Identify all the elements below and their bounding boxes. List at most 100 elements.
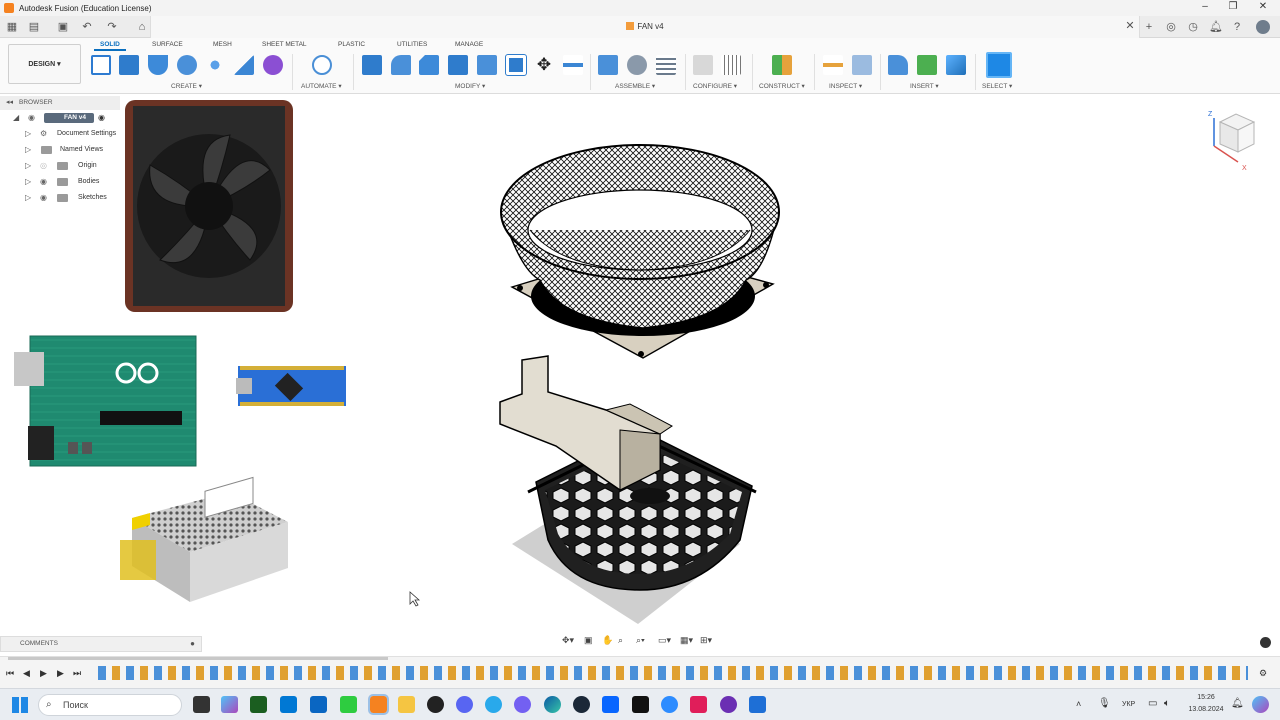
display-settings-icon[interactable]: ▭▾ <box>658 635 671 646</box>
zoom-icon[interactable]: ⌕ <box>618 635 623 646</box>
group-insert-label[interactable]: INSERT ▾ <box>910 82 939 90</box>
sync-icon[interactable]: ◎ <box>1164 20 1178 34</box>
go-to-start-icon[interactable]: ⏮ <box>6 668 14 679</box>
extrude-icon[interactable] <box>119 55 139 75</box>
select-icon[interactable] <box>986 52 1012 78</box>
notification-bell-icon[interactable]: 🔔︎ <box>1231 698 1244 709</box>
measure-icon[interactable] <box>823 55 843 75</box>
epic-games-icon[interactable] <box>632 696 649 713</box>
redo-icon[interactable]: ↷ <box>105 20 119 34</box>
task-view-icon[interactable] <box>193 696 210 713</box>
joint-icon[interactable] <box>627 55 647 75</box>
interference-icon[interactable] <box>852 55 872 75</box>
app-grid-icon[interactable]: ▦ <box>5 20 19 34</box>
comments-panel[interactable]: COMMENTS ● <box>0 636 202 652</box>
power-supply-image[interactable] <box>120 476 288 602</box>
group-configure-label[interactable]: CONFIGURE ▾ <box>693 82 737 90</box>
orbit-icon[interactable]: ✥▾ <box>562 635 574 646</box>
outlook-icon[interactable] <box>280 696 297 713</box>
group-inspect-label[interactable]: INSPECT ▾ <box>829 82 862 90</box>
close-window-icon[interactable]: ✕ <box>1248 1 1278 12</box>
language-indicator[interactable]: УКР <box>1122 701 1135 708</box>
form-icon[interactable] <box>263 55 283 75</box>
press-pull-icon[interactable] <box>362 55 382 75</box>
copilot-icon[interactable] <box>221 696 238 713</box>
design-canvas[interactable] <box>0 94 1280 634</box>
zoom-app-icon[interactable] <box>661 696 678 713</box>
arduino-uno-image[interactable] <box>14 335 197 467</box>
app-icon[interactable] <box>427 696 444 713</box>
edge-icon[interactable] <box>544 696 561 713</box>
automate-icon[interactable] <box>312 55 332 75</box>
offset-plane-icon[interactable] <box>772 55 792 75</box>
fan-shroud-model[interactable] <box>500 144 780 359</box>
group-create-label[interactable]: CREATE ▾ <box>171 82 202 90</box>
step-back-icon[interactable]: ◀ <box>23 668 30 679</box>
viewports-icon[interactable]: ⊞▾ <box>700 635 712 646</box>
sweep-icon[interactable] <box>177 55 197 75</box>
volume-icon[interactable]: 🔈︎ <box>1164 698 1170 709</box>
play-icon[interactable]: ▶ <box>40 668 47 679</box>
avatar[interactable] <box>1256 20 1270 34</box>
microphone-icon[interactable]: 🎙︎ <box>1098 698 1111 709</box>
insert-derive-icon[interactable] <box>888 55 908 75</box>
clock-time[interactable]: 15:26 <box>1185 694 1227 701</box>
viber-icon[interactable] <box>514 696 531 713</box>
meta-icon[interactable] <box>602 696 619 713</box>
look-at-icon[interactable]: ▣ <box>584 635 593 646</box>
arduino-nano-image[interactable] <box>236 366 346 406</box>
go-to-end-icon[interactable]: ⏭ <box>73 668 81 679</box>
telegram-icon[interactable] <box>485 696 502 713</box>
steam-icon[interactable] <box>573 696 590 713</box>
tab-surface[interactable]: SURFACE <box>152 41 183 48</box>
pattern-icon[interactable] <box>205 55 225 75</box>
word-icon[interactable] <box>310 696 327 713</box>
insert-mcmaster-icon[interactable] <box>917 55 937 75</box>
tab-sheet-metal[interactable]: SHEET METAL <box>262 41 307 48</box>
fillet-icon[interactable] <box>391 55 411 75</box>
add-comment-icon[interactable]: ● <box>190 637 195 651</box>
minimize-icon[interactable]: – <box>1190 1 1220 12</box>
undo-icon[interactable]: ↶ <box>80 20 94 34</box>
view-cube[interactable]: Z X <box>1206 106 1266 172</box>
windows-start-icon[interactable] <box>12 697 28 713</box>
timeline-scrollbar[interactable] <box>8 657 388 660</box>
workspace-switcher-button[interactable]: DESIGN ▾ <box>8 44 81 84</box>
help-icon[interactable]: ? <box>1230 20 1244 34</box>
fan-reference-image[interactable] <box>125 100 293 312</box>
save-icon[interactable]: ▣ <box>56 20 70 34</box>
app-icon[interactable] <box>340 696 357 713</box>
new-component-icon[interactable] <box>598 55 618 75</box>
document-tab[interactable]: FAN v4 ✕ <box>150 16 1140 38</box>
network-icon[interactable]: ▭ <box>1148 698 1157 709</box>
close-tab-icon[interactable]: ✕ <box>1123 19 1137 33</box>
clock-date[interactable]: 13.08.2024 <box>1185 706 1227 713</box>
timeline-features[interactable] <box>98 666 1248 680</box>
tab-manage[interactable]: MANAGE <box>455 41 483 48</box>
notifications-icon[interactable]: 🔔︎ <box>1209 20 1223 34</box>
grid-settings-icon[interactable]: ▦▾ <box>680 635 693 646</box>
job-status-icon[interactable]: ◷ <box>1186 20 1200 34</box>
configure-icon[interactable] <box>693 55 713 75</box>
fit-icon[interactable]: ⌕▾ <box>636 635 645 646</box>
copilot-tray-icon[interactable] <box>1252 696 1269 713</box>
fusion-taskbar-icon[interactable] <box>368 694 389 715</box>
offset-face-icon[interactable] <box>505 54 527 76</box>
tab-mesh[interactable]: MESH <box>213 41 232 48</box>
shell-icon[interactable] <box>448 55 468 75</box>
group-modify-label[interactable]: MODIFY ▾ <box>455 82 485 90</box>
loft-icon[interactable] <box>234 55 254 75</box>
tab-utilities[interactable]: UTILITIES <box>397 41 427 48</box>
slack-icon[interactable] <box>690 696 707 713</box>
fan-duct-assembly-model[interactable] <box>499 355 757 624</box>
group-automate-label[interactable]: AUTOMATE ▾ <box>301 82 342 90</box>
combine-icon[interactable] <box>477 55 497 75</box>
app-icon[interactable] <box>250 696 267 713</box>
timeline-settings-gear-icon[interactable]: ⚙ <box>1259 668 1267 679</box>
chamfer-icon[interactable] <box>419 55 439 75</box>
tray-overflow-icon[interactable]: ˄ <box>1076 699 1081 709</box>
pan-icon[interactable]: ✋ <box>602 635 613 646</box>
home-icon[interactable]: ⌂ <box>135 20 149 34</box>
group-construct-label[interactable]: CONSTRUCT ▾ <box>759 82 805 90</box>
discord-icon[interactable] <box>456 696 473 713</box>
